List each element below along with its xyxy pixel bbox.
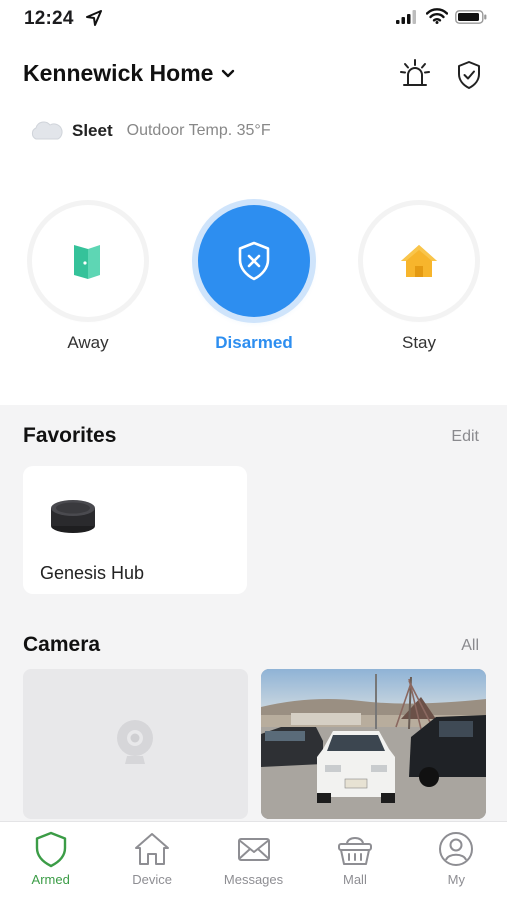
tab-device[interactable]: Device: [101, 822, 202, 900]
sleet-cloud-icon: [31, 121, 63, 140]
tab-mall[interactable]: Mall: [304, 822, 405, 900]
camera-all-link[interactable]: All: [461, 637, 479, 655]
bottom-tab-bar: Armed Device Messages Mall My: [0, 821, 507, 900]
away-mode-circle: [32, 205, 144, 317]
battery-icon: [455, 10, 487, 24]
disarmed-mode-button[interactable]: Disarmed: [194, 205, 314, 353]
tab-mall-label: Mall: [343, 872, 367, 887]
shield-x-icon: [238, 241, 270, 281]
camera-feed-card[interactable]: [261, 669, 486, 819]
home-selector[interactable]: Kennewick Home: [23, 60, 235, 87]
house-icon: [401, 245, 437, 277]
tab-armed-label: Armed: [31, 872, 70, 887]
tab-my-label: My: [447, 872, 465, 887]
shield-check-icon[interactable]: [456, 60, 482, 90]
favorites-title: Favorites: [23, 424, 117, 447]
tab-messages[interactable]: Messages: [203, 822, 304, 900]
door-icon: [74, 245, 100, 279]
wifi-icon: [426, 8, 448, 24]
weather-condition: Sleet: [72, 121, 113, 140]
stay-mode-button[interactable]: Stay: [359, 205, 479, 353]
camera-placeholder-icon: [117, 720, 153, 764]
tab-messages-label: Messages: [223, 872, 284, 887]
basket-icon: [337, 837, 372, 865]
camera-snapshot-image: [261, 669, 486, 819]
outdoor-temperature: Outdoor Temp. 35°F: [126, 122, 271, 139]
house-outline-icon: [135, 833, 170, 865]
siren-icon[interactable]: [400, 58, 430, 90]
shield-icon: [35, 831, 66, 868]
location-arrow-icon: [86, 10, 102, 26]
away-mode-button[interactable]: Away: [28, 205, 148, 353]
disarmed-mode-circle: [198, 205, 310, 317]
weather-info: Sleet Outdoor Temp. 35°F: [28, 118, 271, 144]
favorite-device-name: Genesis Hub: [40, 563, 145, 583]
camera-placeholder-card[interactable]: [23, 669, 248, 819]
user-icon: [439, 832, 474, 866]
status-bar: 12:24: [0, 0, 507, 36]
camera-title: Camera: [23, 633, 101, 656]
tab-device-label: Device: [132, 872, 172, 887]
cellular-signal-icon: [396, 10, 416, 24]
chevron-down-icon: [222, 69, 235, 77]
envelope-icon: [237, 838, 270, 861]
hub-icon: [51, 500, 95, 533]
favorites-edit-link[interactable]: Edit: [451, 428, 479, 446]
tab-armed[interactable]: Armed: [0, 822, 101, 900]
home-name: Kennewick Home: [23, 60, 214, 86]
favorite-device-card[interactable]: Genesis Hub: [23, 466, 247, 594]
away-mode-label: Away: [67, 333, 109, 352]
stay-mode-circle: [363, 205, 475, 317]
status-time: 12:24: [24, 8, 74, 29]
disarmed-mode-label: Disarmed: [215, 333, 293, 352]
tab-my[interactable]: My: [406, 822, 507, 900]
stay-mode-label: Stay: [401, 333, 437, 352]
